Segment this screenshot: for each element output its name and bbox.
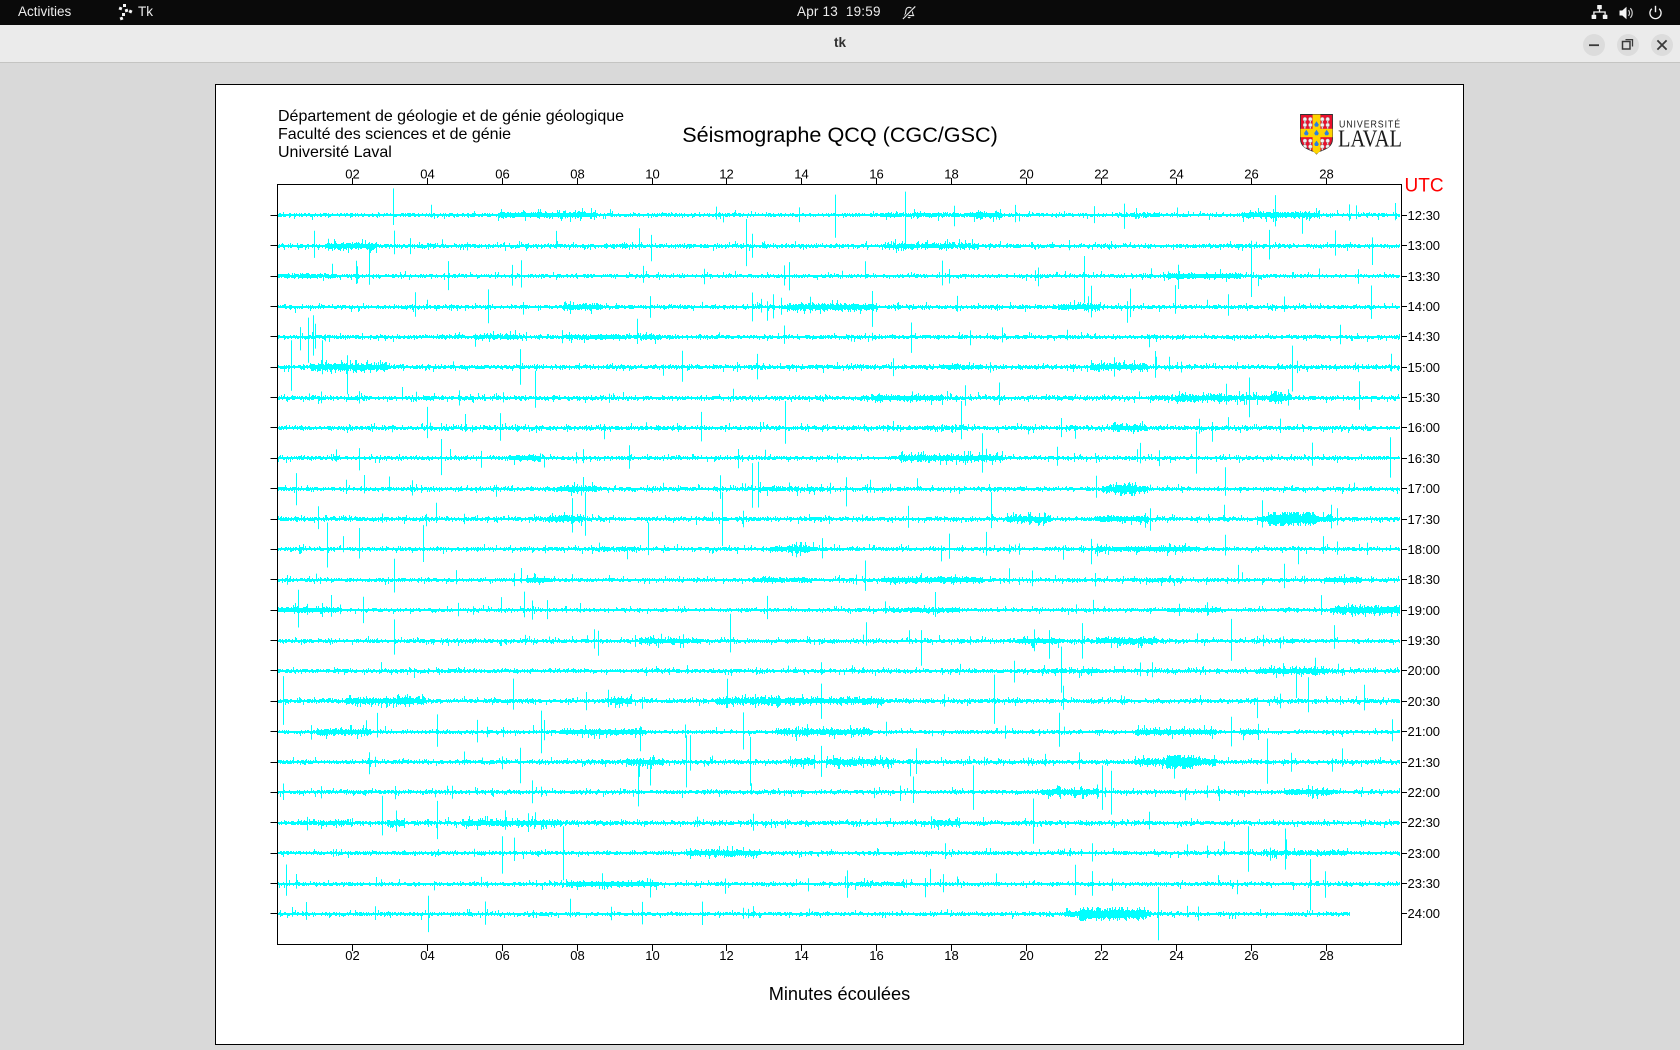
svg-text:28: 28	[1319, 166, 1333, 181]
svg-text:22:30: 22:30	[1408, 815, 1441, 830]
svg-text:19:30: 19:30	[1408, 633, 1441, 648]
svg-text:15:30: 15:30	[1408, 390, 1441, 405]
svg-text:24: 24	[1169, 166, 1183, 181]
svg-text:16: 16	[869, 948, 883, 963]
svg-text:12: 12	[719, 166, 733, 181]
svg-text:19:00: 19:00	[1408, 603, 1441, 618]
svg-text:Minutes écoulées: Minutes écoulées	[769, 984, 911, 1004]
svg-text:04: 04	[420, 948, 434, 963]
svg-text:20: 20	[1019, 166, 1033, 181]
svg-text:23:30: 23:30	[1408, 876, 1441, 891]
svg-text:20:30: 20:30	[1408, 694, 1441, 709]
svg-text:18:00: 18:00	[1408, 542, 1441, 557]
svg-text:26: 26	[1244, 948, 1258, 963]
svg-text:20: 20	[1019, 948, 1033, 963]
svg-text:08: 08	[570, 166, 584, 181]
svg-text:Séismographe QCQ (CGC/GSC): Séismographe QCQ (CGC/GSC)	[682, 122, 998, 147]
svg-text:18:30: 18:30	[1408, 572, 1441, 587]
svg-text:15:00: 15:00	[1408, 360, 1441, 375]
svg-text:23:00: 23:00	[1408, 846, 1441, 861]
svg-text:14:00: 14:00	[1408, 299, 1441, 314]
svg-text:12: 12	[719, 948, 733, 963]
svg-text:10: 10	[645, 166, 659, 181]
svg-text:02: 02	[345, 948, 359, 963]
svg-text:22: 22	[1094, 166, 1108, 181]
svg-text:LAVAL: LAVAL	[1338, 127, 1402, 153]
svg-text:02: 02	[345, 166, 359, 181]
svg-text:UTC: UTC	[1405, 176, 1444, 197]
svg-text:24:00: 24:00	[1408, 906, 1441, 921]
svg-text:22:00: 22:00	[1408, 785, 1441, 800]
svg-text:22: 22	[1094, 948, 1108, 963]
svg-text:06: 06	[495, 948, 509, 963]
svg-text:21:30: 21:30	[1408, 755, 1441, 770]
svg-text:04: 04	[420, 166, 434, 181]
svg-text:Faculté des sciences et de gén: Faculté des sciences et de génie	[278, 126, 511, 143]
svg-text:28: 28	[1319, 948, 1333, 963]
svg-text:17:00: 17:00	[1408, 481, 1441, 496]
svg-text:14: 14	[794, 166, 808, 181]
svg-text:16: 16	[869, 166, 883, 181]
svg-text:10: 10	[645, 948, 659, 963]
svg-text:06: 06	[495, 166, 509, 181]
svg-text:18: 18	[944, 166, 958, 181]
svg-text:16:30: 16:30	[1408, 451, 1441, 466]
svg-text:24: 24	[1169, 948, 1183, 963]
svg-text:13:30: 13:30	[1408, 269, 1441, 284]
svg-text:14: 14	[794, 948, 808, 963]
svg-text:20:00: 20:00	[1408, 663, 1441, 678]
svg-text:Université Laval: Université Laval	[278, 144, 392, 161]
svg-text:18: 18	[944, 948, 958, 963]
svg-text:21:00: 21:00	[1408, 724, 1441, 739]
svg-text:13:00: 13:00	[1408, 238, 1441, 253]
svg-text:16:00: 16:00	[1408, 420, 1441, 435]
svg-text:14:30: 14:30	[1408, 329, 1441, 344]
svg-text:17:30: 17:30	[1408, 512, 1441, 527]
svg-text:08: 08	[570, 948, 584, 963]
svg-text:Département de géologie et de: Département de géologie et de génie géol…	[278, 108, 624, 125]
svg-text:26: 26	[1244, 166, 1258, 181]
svg-text:12:30: 12:30	[1408, 208, 1441, 223]
